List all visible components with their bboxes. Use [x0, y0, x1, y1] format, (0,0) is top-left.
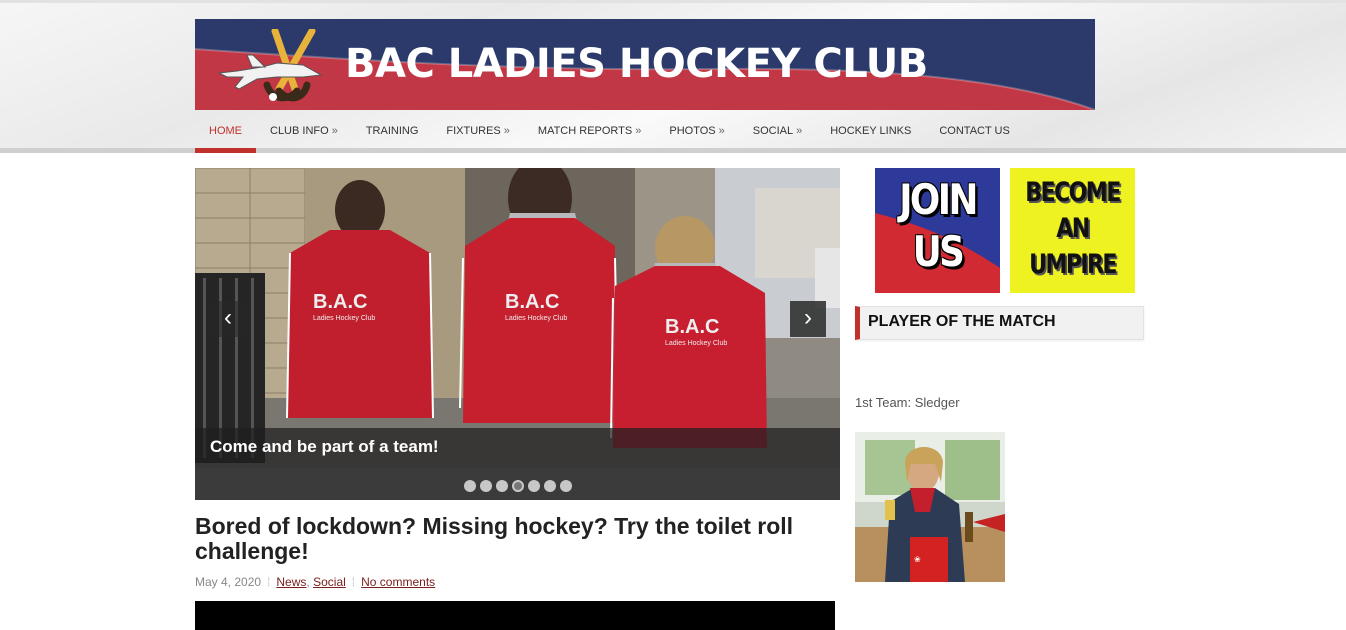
nav-item-hockey-links[interactable]: HOCKEY LINKS — [816, 110, 925, 153]
slider-pagination — [195, 477, 840, 495]
nav-item-fixtures[interactable]: FIXTURES» — [432, 110, 524, 153]
nav-item-label: TRAINING — [365, 125, 419, 137]
post-meta: May 4, 2020 ⁞ News, Social ⁞ No comments — [195, 575, 435, 589]
category-link-social[interactable]: Social — [313, 575, 346, 589]
slide-caption: Come and be part of a team! — [195, 428, 840, 468]
nav-item-home[interactable]: HOME — [195, 110, 256, 153]
slider-dot[interactable] — [527, 479, 540, 492]
slider-dot[interactable] — [463, 479, 476, 492]
slide-photo: B.A.C Ladies Hockey Club B.A.C Ladies Ho… — [195, 168, 840, 468]
player-of-the-match-heading: PLAYER OF THE MATCH — [855, 306, 1144, 340]
main-nav: HOME CLUB INFO» TRAINING FIXTURES» MATCH REP… — [195, 110, 1024, 153]
meta-separator: ⁞ — [267, 575, 271, 589]
post-date: May 4, 2020 — [195, 575, 262, 589]
nav-item-club-info[interactable]: CLUB INFO» — [256, 110, 352, 153]
nav-item-match-reports[interactable]: MATCH REPORTS» — [524, 110, 655, 153]
svg-text:❀: ❀ — [914, 555, 921, 564]
jacket-text-right: B.A.C — [665, 316, 719, 338]
become-umpire-text: BECOME AN UMPIRE — [1021, 175, 1124, 283]
slider-dot[interactable] — [543, 479, 556, 492]
post-title[interactable]: Bored of lockdown? Missing hockey? Try t… — [195, 514, 845, 564]
jacket-subtext-left: Ladies Hockey Club — [313, 315, 375, 322]
slider-prev-button[interactable]: ‹ — [210, 301, 246, 337]
slider-next-button[interactable]: › — [790, 301, 826, 337]
slider-dot[interactable] — [511, 479, 524, 492]
submenu-arrow-icon: » — [718, 125, 725, 137]
submenu-arrow-icon: » — [796, 125, 803, 137]
join-us-text: JOIN US — [884, 174, 990, 278]
nav-item-label: HOCKEY LINKS — [830, 125, 912, 137]
jacket-text-left: B.A.C — [313, 291, 367, 313]
slider-dot[interactable] — [495, 479, 508, 492]
join-us-line-1: JOIN — [899, 175, 978, 224]
umpire-line-1: BECOME — [1025, 177, 1121, 208]
top-border — [0, 0, 1346, 3]
video-embed[interactable] — [195, 601, 835, 630]
image-slider[interactable]: B.A.C Ladies Hockey Club B.A.C Ladies Ho… — [195, 168, 840, 500]
jacket-text-middle: B.A.C — [505, 291, 559, 313]
nav-item-label: FIXTURES — [446, 125, 501, 137]
join-us-button[interactable]: JOIN US — [875, 168, 1000, 293]
slider-dot[interactable] — [479, 479, 492, 492]
nav-item-contact-us[interactable]: CONTACT US — [925, 110, 1024, 153]
nav-item-label: HOME — [209, 125, 242, 137]
jacket-subtext-right: Ladies Hockey Club — [665, 340, 727, 347]
category-separator: , — [306, 575, 310, 589]
nav-item-label: CLUB INFO — [270, 125, 329, 137]
comments-link[interactable]: No comments — [361, 575, 435, 589]
site-banner[interactable]: BAC LADIES HOCKEY CLUB — [195, 19, 1095, 110]
meta-separator: ⁞ — [351, 575, 356, 589]
submenu-arrow-icon: » — [503, 125, 510, 137]
site-title: BAC LADIES HOCKEY CLUB — [345, 41, 928, 87]
nav-item-label: SOCIAL — [752, 125, 794, 137]
submenu-arrow-icon: » — [635, 125, 642, 137]
nav-item-label: MATCH REPORTS — [537, 125, 633, 137]
player-of-the-match-text: 1st Team: Sledger — [855, 395, 960, 410]
category-link-news[interactable]: News — [276, 575, 306, 589]
umpire-line-3: UMPIRE — [1029, 249, 1117, 280]
nav-item-training[interactable]: TRAINING — [352, 110, 433, 153]
umpire-line-2: AN — [1056, 213, 1090, 244]
nav-item-photos[interactable]: PHOTOS» — [655, 110, 738, 153]
nav-item-label: PHOTOS — [669, 125, 716, 137]
nav-item-label: CONTACT US — [939, 125, 1010, 137]
nav-item-social[interactable]: SOCIAL» — [739, 110, 816, 153]
submenu-arrow-icon: » — [331, 125, 338, 137]
slider-dot[interactable] — [559, 479, 572, 492]
become-umpire-button[interactable]: BECOME AN UMPIRE — [1010, 168, 1135, 293]
join-us-line-2: US — [912, 227, 965, 276]
player-of-the-match-photo[interactable]: ❀ — [855, 432, 1005, 582]
jacket-subtext-middle: Ladies Hockey Club — [505, 315, 567, 322]
club-logo-icon — [217, 29, 323, 102]
